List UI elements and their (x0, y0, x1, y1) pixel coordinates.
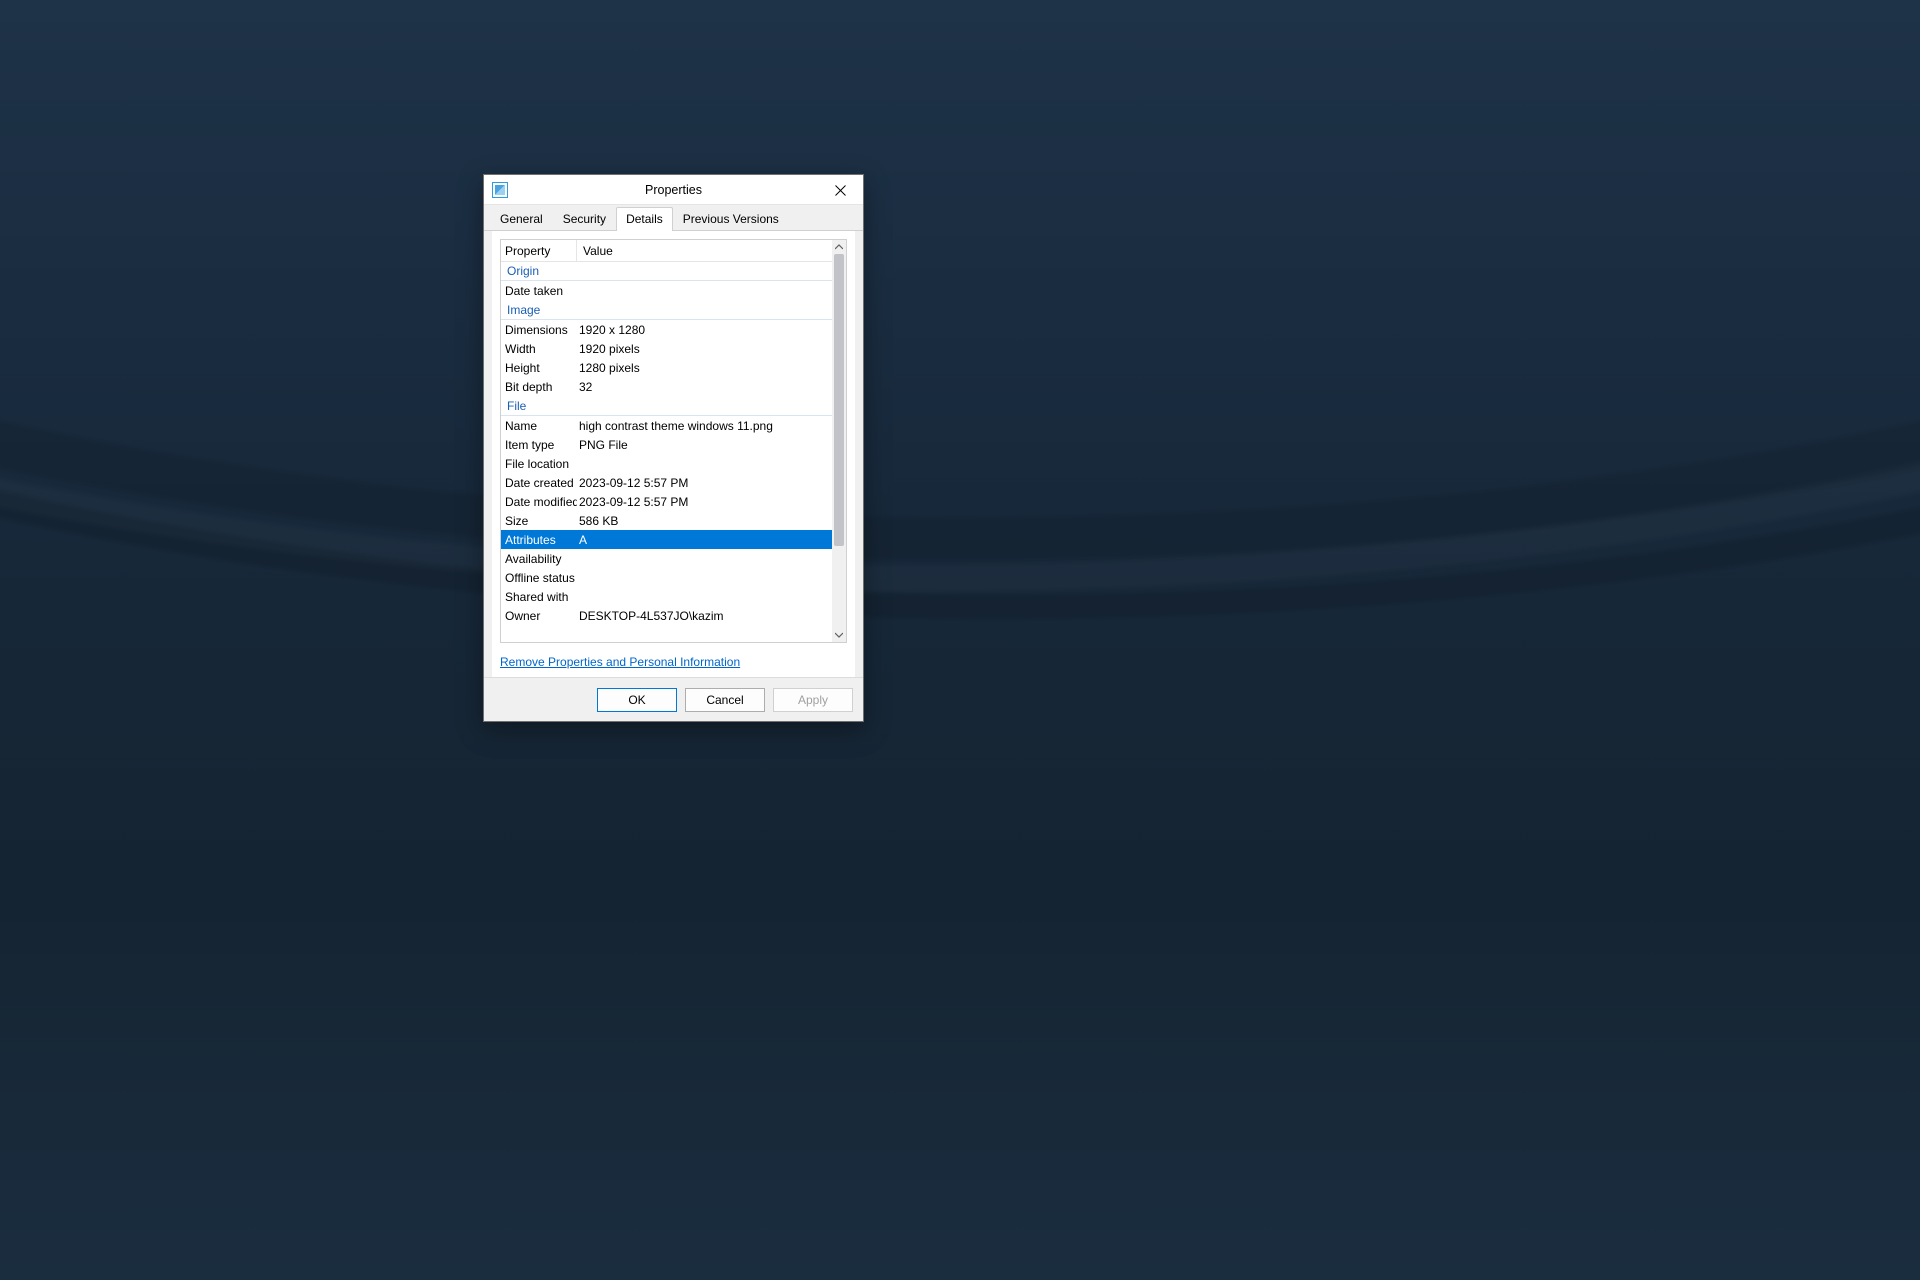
chevron-up-icon (835, 243, 843, 251)
prop-value: 32 (577, 380, 832, 394)
prop-label: File location (501, 457, 577, 471)
link-row: Remove Properties and Personal Informati… (492, 647, 855, 677)
scroll-track[interactable] (832, 254, 846, 628)
prop-value: 1920 pixels (577, 342, 832, 356)
column-header-property[interactable]: Property (501, 240, 577, 261)
row-owner[interactable]: Owner DESKTOP-4L537JO\kazim (501, 606, 832, 625)
scroll-down-button[interactable] (832, 628, 846, 642)
row-height[interactable]: Height 1280 pixels (501, 358, 832, 377)
scroll-up-button[interactable] (832, 240, 846, 254)
prop-label: Owner (501, 609, 577, 623)
row-date-taken[interactable]: Date taken (501, 281, 832, 300)
apply-button[interactable]: Apply (773, 688, 853, 712)
chevron-down-icon (835, 631, 843, 639)
group-origin: Origin (501, 262, 832, 281)
ok-button[interactable]: OK (597, 688, 677, 712)
row-size[interactable]: Size 586 KB (501, 511, 832, 530)
row-availability[interactable]: Availability (501, 549, 832, 568)
prop-value: 1920 x 1280 (577, 323, 832, 337)
prop-value: DESKTOP-4L537JO\kazim (577, 609, 832, 623)
prop-label: Offline status (501, 571, 577, 585)
tab-general[interactable]: General (490, 207, 553, 231)
vertical-scrollbar[interactable] (832, 240, 846, 642)
cancel-button[interactable]: Cancel (685, 688, 765, 712)
row-dimensions[interactable]: Dimensions 1920 x 1280 (501, 320, 832, 339)
scroll-thumb[interactable] (834, 254, 844, 546)
row-date-modified[interactable]: Date modified 2023-09-12 5:57 PM (501, 492, 832, 511)
tab-previous-versions[interactable]: Previous Versions (673, 207, 789, 231)
prop-value: 2023-09-12 5:57 PM (577, 495, 832, 509)
prop-label: Shared with (501, 590, 577, 604)
row-file-location[interactable]: File location (501, 454, 832, 473)
close-icon (835, 185, 846, 196)
prop-label: Availability (501, 552, 577, 566)
window-title: Properties (484, 183, 863, 197)
group-image: Image (501, 301, 832, 320)
prop-label: Item type (501, 438, 577, 452)
column-header-value[interactable]: Value (577, 240, 846, 261)
row-offline-status[interactable]: Offline status (501, 568, 832, 587)
dialog-button-row: OK Cancel Apply (484, 677, 863, 721)
tab-details[interactable]: Details (616, 207, 673, 231)
prop-label: Height (501, 361, 577, 375)
row-date-created[interactable]: Date created 2023-09-12 5:57 PM (501, 473, 832, 492)
remove-properties-link[interactable]: Remove Properties and Personal Informati… (500, 655, 740, 669)
close-button[interactable] (817, 175, 863, 205)
prop-value: 2023-09-12 5:57 PM (577, 476, 832, 490)
prop-label: Date created (501, 476, 577, 490)
prop-label: Bit depth (501, 380, 577, 394)
image-file-icon (492, 182, 508, 198)
row-shared-with[interactable]: Shared with (501, 587, 832, 606)
prop-label: Date modified (501, 495, 577, 509)
prop-label: Name (501, 419, 577, 433)
tab-strip: General Security Details Previous Versio… (484, 205, 863, 231)
prop-value: PNG File (577, 438, 832, 452)
row-width[interactable]: Width 1920 pixels (501, 339, 832, 358)
properties-dialog: Properties General Security Details Prev… (483, 174, 864, 722)
details-header[interactable]: Property Value (501, 240, 846, 262)
row-name[interactable]: Name high contrast theme windows 11.png (501, 416, 832, 435)
prop-value: high contrast theme windows 11.png (577, 419, 832, 433)
prop-value: 1280 pixels (577, 361, 832, 375)
row-attributes[interactable]: Attributes A (501, 530, 832, 549)
details-tab-panel: Property Value Origin Date taken Image D… (492, 231, 855, 713)
titlebar[interactable]: Properties (484, 175, 863, 205)
prop-label: Attributes (501, 533, 577, 547)
prop-label: Size (501, 514, 577, 528)
details-body: Origin Date taken Image Dimensions 1920 … (501, 262, 832, 642)
tab-security[interactable]: Security (553, 207, 616, 231)
desktop-wallpaper: Properties General Security Details Prev… (0, 0, 1920, 1280)
row-item-type[interactable]: Item type PNG File (501, 435, 832, 454)
prop-label: Width (501, 342, 577, 356)
prop-value: 586 KB (577, 514, 832, 528)
group-file: File (501, 397, 832, 416)
details-list[interactable]: Property Value Origin Date taken Image D… (500, 239, 847, 643)
prop-label: Dimensions (501, 323, 577, 337)
prop-value: A (577, 533, 832, 547)
prop-label: Date taken (501, 284, 577, 298)
row-bit-depth[interactable]: Bit depth 32 (501, 377, 832, 396)
